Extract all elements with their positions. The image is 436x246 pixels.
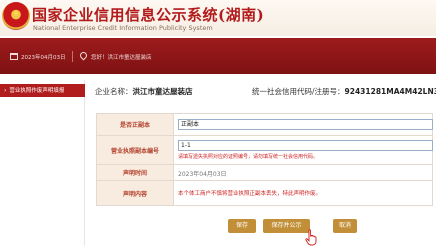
- form-row-declaration-date: 声明时间 2023年04月03日: [97, 165, 432, 181]
- site-title: 国家企业信用信息公示系统(湖南): [32, 6, 265, 24]
- sidebar-item-label: 营业执照作废声明填报: [9, 88, 65, 94]
- sidebar: › 营业执照作废声明填报: [0, 80, 85, 246]
- save-button[interactable]: 保存: [228, 219, 256, 233]
- company-name-label: 企业名称：: [95, 87, 133, 96]
- declaration-form: 是否正副本 正副本 营业执照副本编号 1-1 请填写遗失执照对应的证照编号，请勿…: [96, 113, 433, 206]
- national-emblem-icon: ★: [2, 2, 30, 30]
- declaration-date-value: 2023年04月03日: [178, 171, 227, 178]
- license-number-input[interactable]: 1-1: [178, 140, 433, 151]
- license-number-label: 营业执照副本编号: [97, 136, 174, 164]
- credit-code-line: 统一社会信用代码/注册号：92431281MA4M42LN3R: [252, 86, 436, 97]
- cancel-button[interactable]: 取消: [333, 219, 357, 233]
- user-greeting: 您好！洪江市童达屋装店: [91, 55, 152, 61]
- current-date: 2023年04月03日: [21, 55, 66, 61]
- copy-type-label: 是否正副本: [97, 114, 174, 135]
- info-bar: 2023年04月03日 您好！洪江市童达屋装店: [0, 38, 436, 74]
- declaration-date-label: 声明时间: [97, 165, 174, 180]
- form-row-copy-type: 是否正副本 正副本: [97, 114, 433, 136]
- form-row-declaration-content: 声明内容 本个体工商户不慎将营业执照正副本丢失，特此声明作废。: [97, 181, 432, 205]
- copy-type-field[interactable]: 正副本: [178, 119, 433, 130]
- company-name-line: 企业名称：洪江市童达屋装店: [95, 86, 193, 97]
- sidebar-item-license-void-declaration[interactable]: › 营业执照作废声明填报: [0, 84, 85, 97]
- credit-code: 92431281MA4M42LN3R: [344, 87, 436, 96]
- credit-code-label: 统一社会信用代码/注册号：: [252, 87, 345, 96]
- chevron-right-icon: ›: [4, 87, 7, 94]
- divider: [72, 51, 73, 62]
- declaration-content-label: 声明内容: [97, 181, 174, 205]
- site-subtitle: National Enterprise Credit Information P…: [33, 24, 213, 32]
- calendar-icon: [10, 53, 18, 60]
- declaration-content-value: 本个体工商户不慎将营业执照正副本丢失，特此声明作废。: [178, 191, 322, 197]
- license-number-hint: 请填写遗失执照对应的证照编号，请勿填写统一社会信用代码。: [178, 154, 319, 160]
- site-header: ★ 国家企业信用信息公示系统(湖南) National Enterprise C…: [0, 0, 436, 36]
- form-row-license-number: 营业执照副本编号 1-1 请填写遗失执照对应的证照编号，请勿填写统一社会信用代码…: [97, 136, 433, 165]
- save-and-publish-button[interactable]: 保存并公示: [263, 219, 310, 233]
- company-name: 洪江市童达屋装店: [132, 87, 193, 96]
- hand-cursor-icon: [305, 229, 317, 246]
- location-pin-icon: [78, 50, 89, 61]
